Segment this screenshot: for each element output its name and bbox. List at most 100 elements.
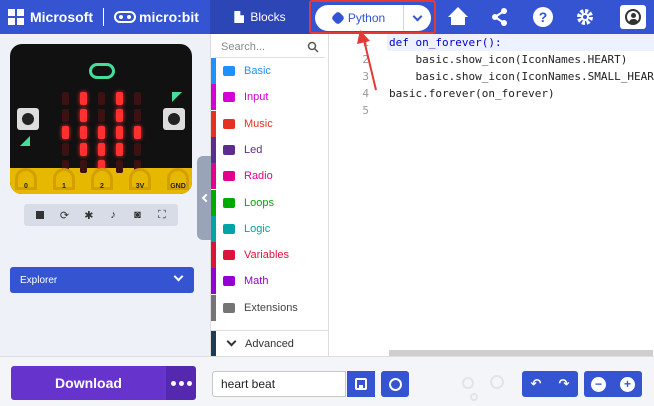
dot-icon	[178, 380, 184, 386]
download-more-button[interactable]	[166, 366, 196, 400]
dot-icon	[170, 380, 176, 386]
github-icon	[388, 377, 402, 391]
toggle-icon	[222, 144, 236, 156]
zoom-out-button[interactable]: −	[584, 371, 613, 397]
led-pixel	[116, 92, 123, 105]
button-a[interactable]	[17, 108, 39, 130]
python-mode-highlight: Python	[309, 0, 436, 34]
led-pixel	[62, 109, 69, 122]
fullscreen-icon[interactable]: ⛶	[156, 209, 168, 221]
simulator-panel: 0 1 2 3V GND ⟳ ✱ ♪ ◙ ⛶ Explorer	[0, 34, 210, 356]
chevron-down-icon	[226, 336, 237, 347]
blocks-mode-button[interactable]: Blocks	[210, 0, 310, 34]
category-color-bar	[211, 294, 216, 321]
line-number-gutter: 1 2 3 4 5	[329, 34, 387, 356]
shuffle-icon	[222, 223, 236, 235]
toolbox-category[interactable]: Basic	[211, 58, 329, 84]
redo-button[interactable]: ↷	[550, 371, 578, 397]
led-pixel	[116, 126, 123, 139]
restart-icon[interactable]: ⟳	[58, 209, 70, 222]
line-number: 4	[362, 87, 369, 100]
pin-label: 3V	[135, 183, 145, 190]
pin-label: GND	[170, 183, 186, 190]
code-line[interactable]: basic.show_icon(IconNames.HEART)	[389, 53, 627, 66]
share-icon[interactable]	[488, 5, 512, 29]
github-button[interactable]	[381, 371, 409, 397]
explorer-button[interactable]: Explorer	[10, 267, 194, 293]
brand[interactable]: Microsoft micro:bit	[8, 8, 199, 26]
python-mode-button[interactable]: Python	[315, 5, 403, 31]
stop-icon[interactable]	[34, 209, 46, 221]
toolbox-category[interactable]: Math	[211, 268, 329, 295]
code-line[interactable]: def on_forever():	[389, 36, 502, 49]
category-color-bar	[211, 136, 216, 163]
toolbox-category[interactable]: Input	[211, 84, 329, 111]
help-icon[interactable]: ?	[531, 5, 555, 29]
line-number: 2	[362, 53, 369, 66]
download-button[interactable]: Download	[11, 366, 166, 400]
python-label: Python	[347, 11, 386, 25]
microbit-label: micro:bit	[139, 9, 199, 25]
toolbox-category[interactable]: Extensions	[211, 294, 329, 321]
led-pixel	[62, 126, 69, 139]
code-line[interactable]: basic.forever(on_forever)	[389, 87, 555, 100]
undo-button[interactable]: ↶	[522, 371, 550, 397]
category-color-bar	[211, 189, 216, 216]
account-button[interactable]	[620, 5, 646, 29]
toolbox-advanced[interactable]: Advanced	[211, 330, 329, 357]
save-button[interactable]	[347, 371, 375, 397]
code-line[interactable]: basic.show_icon(IconNames.SMALL_HEART)	[389, 70, 654, 83]
search-icon	[307, 41, 319, 53]
user-avatar-icon	[625, 9, 641, 25]
category-label: Loops	[244, 196, 274, 209]
decorative-circle-icon	[462, 377, 474, 389]
debug-icon[interactable]: ✱	[83, 209, 95, 222]
search-placeholder: Search...	[221, 40, 266, 53]
code-editor[interactable]: 1 2 3 4 5 def on_forever(): basic.show_icon(…	[328, 34, 654, 356]
screenshot-icon[interactable]: ◙	[131, 209, 143, 221]
led-pixel	[134, 126, 141, 139]
calculator-icon	[222, 275, 236, 287]
pin-label: 2	[100, 183, 104, 190]
touch-logo-icon[interactable]	[89, 63, 115, 79]
led-pixel	[98, 92, 105, 105]
advanced-label: Advanced	[245, 337, 294, 350]
toolbox-category[interactable]: Radio	[211, 163, 329, 190]
project-name-input[interactable]: heart beat	[212, 371, 346, 397]
led-pixel	[80, 109, 87, 122]
chevron-down-icon	[412, 11, 423, 21]
category-label: Variables	[244, 249, 290, 262]
toolbox-category[interactable]: Led	[211, 136, 329, 163]
category-color-bar	[211, 242, 216, 269]
category-label: Led	[244, 143, 263, 156]
button-b-marker-icon	[172, 92, 182, 102]
gear-icon[interactable]	[573, 5, 597, 29]
python-icon	[330, 10, 345, 26]
button-b[interactable]	[163, 108, 185, 130]
led-pixel	[116, 143, 123, 156]
mute-icon[interactable]: ♪	[107, 209, 119, 221]
brand-divider	[103, 8, 104, 26]
collapse-simulator-button[interactable]	[197, 156, 211, 240]
microbit-board[interactable]: 0 1 2 3V GND	[10, 44, 192, 194]
top-bar: Microsoft micro:bit Blocks Python ?	[0, 0, 654, 34]
minus-icon: −	[591, 376, 606, 392]
pin-label: 1	[62, 183, 66, 190]
zoom-in-button[interactable]: +	[613, 371, 642, 397]
home-icon[interactable]	[446, 5, 470, 29]
plus-icon: +	[620, 376, 635, 392]
toolbox-category[interactable]: Variables	[211, 242, 329, 269]
category-label: Input	[244, 91, 269, 104]
category-color-bar	[211, 84, 216, 111]
undo-redo-group: ↶ ↷	[522, 371, 578, 397]
toolbox-category[interactable]: Loops	[211, 189, 329, 216]
language-dropdown-button[interactable]	[403, 5, 431, 31]
list-icon	[222, 249, 236, 261]
button-a-marker-icon	[20, 136, 30, 146]
category-label: Math	[244, 275, 269, 288]
led-pixel	[80, 92, 87, 105]
toolbox-category[interactable]: Logic	[211, 215, 329, 242]
toolbox-category[interactable]: Music	[211, 110, 329, 137]
toolbox-search[interactable]: Search...	[215, 36, 325, 58]
led-pixel	[134, 92, 141, 105]
